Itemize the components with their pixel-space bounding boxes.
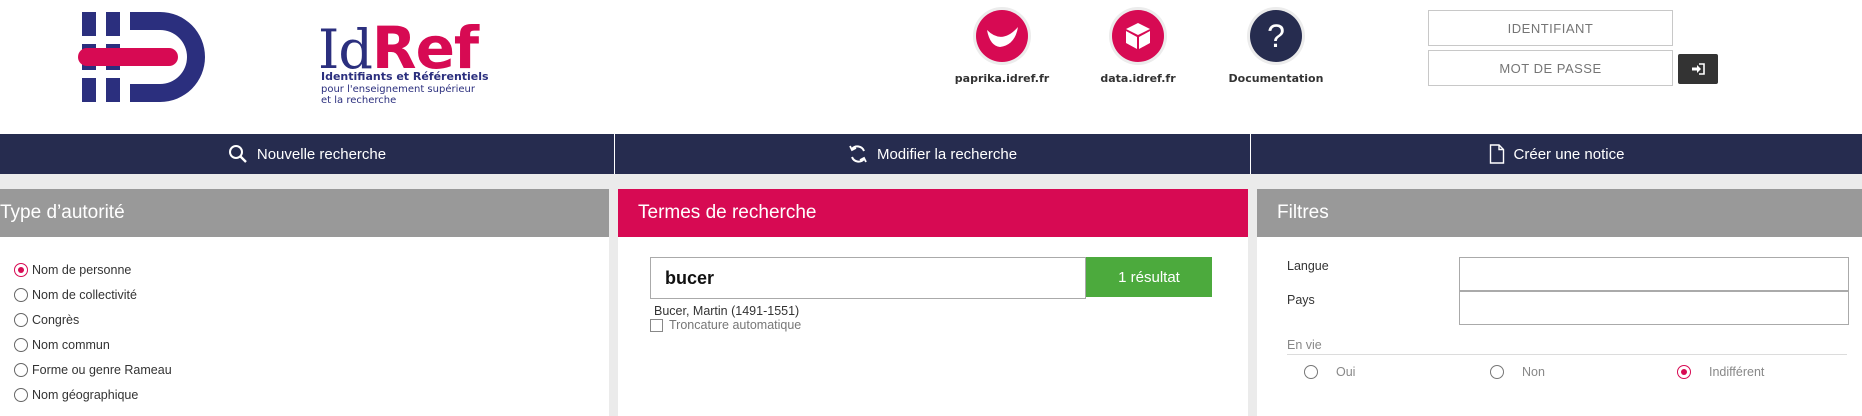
alive-option-oui[interactable]: Oui bbox=[1304, 365, 1355, 379]
sign-in-icon bbox=[1692, 63, 1705, 75]
filters-title: Filtres bbox=[1257, 189, 1862, 237]
authority-option-personne[interactable]: Nom de personne bbox=[14, 263, 131, 277]
search-terms-title: Termes de recherche bbox=[618, 189, 1248, 237]
header: IdRef Identifiants et Référentiels pour … bbox=[0, 0, 1862, 134]
radio-button[interactable] bbox=[14, 338, 28, 352]
create-record-button[interactable]: Créer une notice bbox=[1251, 134, 1862, 174]
login-button[interactable] bbox=[1678, 54, 1718, 84]
language-label: Langue bbox=[1287, 259, 1329, 273]
modify-search-button[interactable]: Modifier la recherche bbox=[615, 134, 1250, 174]
radio-button[interactable] bbox=[1304, 365, 1318, 379]
radio-button[interactable] bbox=[14, 363, 28, 377]
filters-panel: Filtres Langue Pays En vie Oui Non Indif… bbox=[1257, 189, 1862, 416]
truncation-option[interactable]: Troncature automatique bbox=[650, 318, 801, 332]
option-label: Nom commun bbox=[32, 338, 110, 352]
paprika-label: paprika.idref.fr bbox=[954, 72, 1050, 85]
authority-option-forme-genre[interactable]: Forme ou genre Rameau bbox=[14, 363, 172, 377]
new-search-button[interactable]: Nouvelle recherche bbox=[0, 134, 614, 174]
smile-icon bbox=[976, 10, 1028, 62]
option-label: Indifférent bbox=[1709, 365, 1765, 379]
authority-option-collectivite[interactable]: Nom de collectivité bbox=[14, 288, 137, 302]
search-icon bbox=[228, 145, 247, 163]
authority-option-congres[interactable]: Congrès bbox=[14, 313, 79, 327]
search-input[interactable] bbox=[650, 257, 1086, 299]
alive-option-indifferent[interactable]: Indifférent bbox=[1677, 365, 1764, 379]
option-label: Congrès bbox=[32, 313, 80, 327]
radio-button[interactable] bbox=[1490, 365, 1504, 379]
radio-button[interactable] bbox=[14, 288, 28, 302]
password-input[interactable] bbox=[1428, 50, 1673, 86]
alive-option-non[interactable]: Non bbox=[1490, 365, 1545, 379]
result-count-button[interactable]: 1 résultat bbox=[1086, 257, 1212, 297]
data-idref-link[interactable]: data.idref.fr bbox=[1083, 10, 1193, 85]
option-label: Oui bbox=[1336, 365, 1356, 379]
radio-button[interactable] bbox=[14, 263, 28, 277]
option-label: Nom géographique bbox=[32, 388, 139, 402]
radio-button[interactable] bbox=[1677, 365, 1691, 379]
authority-type-panel: Type d’autorité Nom de personne Nom de c… bbox=[0, 189, 609, 416]
search-terms-panel: Termes de recherche 1 résultat Troncatur… bbox=[618, 189, 1248, 416]
modify-search-label: Modifier la recherche bbox=[876, 145, 1018, 163]
question-icon: ? bbox=[1250, 10, 1302, 62]
paprika-link[interactable]: paprika.idref.fr bbox=[947, 10, 1057, 85]
country-label: Pays bbox=[1287, 293, 1315, 307]
authority-option-nom-commun[interactable]: Nom commun bbox=[14, 338, 110, 352]
option-label: Nom de collectivité bbox=[32, 288, 137, 302]
truncation-checkbox[interactable] bbox=[650, 318, 663, 332]
logo-tagline: pour l'enseignement supérieur et la rech… bbox=[321, 84, 475, 106]
new-search-label: Nouvelle recherche bbox=[256, 145, 387, 163]
option-label: Forme ou genre Rameau bbox=[32, 363, 172, 377]
language-input[interactable] bbox=[1459, 257, 1849, 291]
cube-icon bbox=[1112, 10, 1164, 62]
create-record-label: Créer une notice bbox=[1513, 145, 1625, 163]
logo-subtitle: Identifiants et Référentiels bbox=[321, 70, 489, 83]
documentation-label: Documentation bbox=[1228, 72, 1324, 85]
authority-type-title: Type d’autorité bbox=[0, 189, 609, 237]
alive-divider bbox=[1287, 354, 1847, 355]
option-label: Non bbox=[1522, 365, 1545, 379]
country-input[interactable] bbox=[1459, 291, 1849, 325]
documentation-link[interactable]: ? Documentation bbox=[1221, 10, 1331, 85]
autocomplete-suggestion[interactable]: Bucer, Martin (1491-1551) bbox=[654, 304, 800, 318]
alive-label: En vie bbox=[1287, 338, 1322, 352]
action-nav: Nouvelle recherche Modifier la recherche… bbox=[0, 134, 1862, 174]
authority-option-geographique[interactable]: Nom géographique bbox=[14, 388, 138, 402]
radio-button[interactable] bbox=[14, 313, 28, 327]
idref-logo[interactable]: IdRef Identifiants et Référentiels pour … bbox=[78, 12, 489, 107]
document-icon bbox=[1489, 144, 1504, 164]
option-label: Nom de personne bbox=[32, 263, 132, 277]
identifiant-input[interactable] bbox=[1428, 10, 1673, 46]
data-idref-label: data.idref.fr bbox=[1100, 72, 1176, 85]
truncation-label: Troncature automatique bbox=[669, 318, 802, 332]
refresh-icon bbox=[849, 145, 867, 163]
radio-button[interactable] bbox=[14, 388, 28, 402]
idref-emblem-icon bbox=[78, 12, 205, 102]
